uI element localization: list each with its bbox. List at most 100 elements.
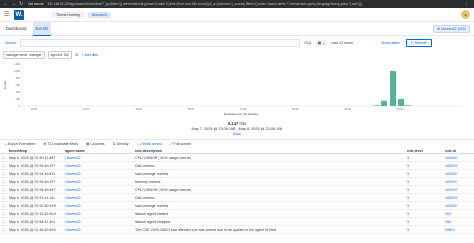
tab-dashboard[interactable]: Dashboard — [3, 22, 30, 36]
cell-rule-description: load average metrics — [135, 171, 169, 176]
search-toggle-button[interactable]: Search — [5, 41, 16, 45]
expand-row-icon[interactable]: ⤢ — [0, 228, 7, 232]
cell-agent-name[interactable]: Ubuntu22 — [65, 220, 135, 224]
expand-row-icon[interactable]: ⤢ — [0, 164, 7, 168]
reload-icon[interactable]: ↻ — [19, 0, 23, 8]
cell-rule-description: Memory metrics — [135, 179, 161, 184]
add-filter-button[interactable]: + Add filter — [81, 53, 98, 57]
wazuh-logo[interactable]: W. — [14, 9, 24, 20]
breadcrumb-agent[interactable]: Ubuntu22 — [87, 11, 112, 18]
filter-bar: manager.name: manager agent.id: 002 ⊜ + … — [0, 49, 474, 60]
cell-rule-description: Wazuh agent started. — [135, 211, 170, 216]
breadcrumb-threat-hunting[interactable]: Threat Hunting — [52, 11, 84, 18]
sort-fields-button[interactable]: ↕ 1 fields sorted — [137, 142, 162, 146]
table-row[interactable]: ⤢ May 8, 2025 @ 22:30:41.887 Ubuntu22 CPU |… — [0, 154, 474, 162]
address-bar[interactable]: 192.168.50.220/app/wazuh#/overview/?_g=(… — [48, 2, 388, 6]
cell-agent-name[interactable]: Ubuntu22 — [65, 204, 135, 208]
column-header-rule-id[interactable]: rule.id — [445, 149, 470, 153]
cell-rule-id[interactable]: 100004 — [445, 156, 470, 160]
cell-agent-name[interactable]: Ubuntu22 — [65, 188, 135, 192]
x-tick-label: 00:00 — [292, 107, 299, 111]
cell-rule-id[interactable]: 100001 — [445, 180, 470, 184]
cell-agent-name[interactable]: Ubuntu22 — [65, 164, 135, 168]
export-formatted-button[interactable]: ⤓ Export Formatted — [5, 142, 35, 146]
cell-rule-level: 3 — [407, 211, 409, 216]
events-table: timestamp agent.name rule.description ru… — [0, 148, 474, 234]
cell-timestamp: May 8, 2025 @ 22:24:40.8X1 — [9, 171, 56, 176]
cell-agent-name[interactable]: Ubuntu22 — [65, 228, 135, 232]
columns-button[interactable]: ▤ Columns — [86, 142, 105, 146]
column-header-rule-description[interactable]: rule.description — [135, 149, 407, 153]
interval-auto[interactable]: Auto — [233, 132, 241, 136]
expand-row-icon[interactable]: ⤢ — [0, 196, 7, 200]
cell-rule-level: 3 — [407, 171, 409, 176]
cell-rule-level: 3 — [407, 163, 409, 168]
cell-rule-description: CPU | MINOR | 50% usage metrics — [135, 155, 191, 160]
expand-row-icon[interactable]: ⤢ — [0, 156, 7, 160]
refresh-button[interactable]: ↻ Refresh — [405, 38, 433, 47]
hits-number: 5,147 — [227, 121, 239, 126]
search-input[interactable] — [20, 38, 301, 47]
browser-menu-icon[interactable]: ⋮ — [464, 1, 471, 7]
filter-pill-manager[interactable]: manager.name: manager — [3, 50, 45, 59]
table-row[interactable]: ⤢ May 8, 2025 @ 21:46:40.8X0 Ubuntu22 The C… — [0, 226, 474, 234]
density-button[interactable]: ⇅ Density — [113, 142, 129, 146]
y-tick-label: 600 — [16, 83, 21, 87]
expand-row-icon[interactable]: ⤢ — [0, 220, 7, 224]
expand-row-icon[interactable]: ⤢ — [0, 172, 7, 176]
x-tick-label: 12:00 — [83, 107, 90, 111]
cell-rule-level: 3 — [407, 227, 409, 232]
table-row[interactable]: ⤢ May 8, 2025 @ 21:58:42.401 Ubuntu22 Wazuh… — [0, 218, 474, 226]
cell-rule-id[interactable]: 100003 — [445, 164, 470, 168]
menu-icon[interactable]: ☰ — [4, 11, 12, 18]
x-tick-label: 09:00 — [31, 107, 38, 111]
forward-icon[interactable]: → — [11, 0, 16, 8]
table-row[interactable]: ⤢ May 8, 2025 @ 22:22:40.9X9 Ubuntu22 load … — [0, 202, 474, 210]
app-header: ☰ W. Threat Hunting Ubuntu22 a — [0, 8, 474, 22]
table-row[interactable]: ⤢ May 8, 2025 @ 22:26:40.8X7 Ubuntu22 CPU |… — [0, 186, 474, 194]
cell-timestamp: May 8, 2025 @ 22:23:41.111 — [9, 195, 55, 200]
cell-agent-name[interactable]: Ubuntu22 — [65, 156, 135, 160]
table-row[interactable]: ⤢ May 8, 2025 @ 22:25:40.927 Ubuntu22 Disk … — [0, 162, 474, 170]
table-row[interactable]: ⤢ May 8, 2025 @ 22:23:41.111 Ubuntu22 Disk … — [0, 194, 474, 202]
table-row[interactable]: ⤢ May 8, 2025 @ 22:12:40.9X4 Ubuntu22 Wazuh… — [0, 210, 474, 218]
expand-row-icon[interactable]: ⤢ — [0, 188, 7, 192]
cell-rule-id[interactable]: 506 — [445, 220, 470, 224]
cell-agent-name[interactable]: Ubuntu22 — [65, 172, 135, 176]
dql-language-button[interactable]: DQL — [304, 41, 311, 45]
cell-timestamp: May 8, 2025 @ 21:46:40.8X0 — [9, 227, 56, 232]
tab-events[interactable]: Events — [32, 21, 52, 36]
back-icon[interactable]: ← — [3, 0, 8, 8]
cell-rule-id[interactable]: 100004 — [445, 188, 470, 192]
cell-rule-id[interactable]: 23502 — [445, 228, 470, 232]
cell-timestamp: May 8, 2025 @ 22:26:40.8X7 — [9, 187, 56, 192]
table-row[interactable]: ⤢ May 8, 2025 @ 22:24:40.8X1 Ubuntu22 load … — [0, 170, 474, 178]
table-row[interactable]: ⤢ May 8, 2025 @ 22:25:40.927 Ubuntu22 Memor… — [0, 178, 474, 186]
cell-rule-id[interactable]: 100002 — [445, 204, 470, 208]
cell-agent-name[interactable]: Ubuntu22 — [65, 180, 135, 184]
cell-agent-name[interactable]: Ubuntu22 — [65, 196, 135, 200]
filter-options-icon[interactable]: ⊜ — [75, 52, 78, 57]
cell-rule-id[interactable]: 503 — [445, 212, 470, 216]
cell-rule-id[interactable]: 100003 — [445, 196, 470, 200]
y-tick-label: 200 — [16, 97, 21, 101]
column-header-agent-name[interactable]: agent.name — [65, 149, 135, 153]
expand-row-icon[interactable]: ⤢ — [0, 204, 7, 208]
cell-rule-description: Disk metrics — [135, 195, 155, 200]
cell-rule-id[interactable]: 100002 — [445, 172, 470, 176]
filter-pill-agent[interactable]: agent.id: 002 — [47, 50, 73, 59]
not-secure-label[interactable]: Not secure — [28, 2, 43, 6]
full-screen-button[interactable]: ⤢ Full screen — [170, 142, 191, 146]
date-range-label[interactable]: Last 24 hours — [331, 41, 353, 45]
calendar-icon[interactable]: ▦ ⌄ — [315, 39, 328, 46]
expand-row-icon[interactable]: ⤢ — [0, 180, 7, 184]
agent-selector-button[interactable]: ⊞ Ubuntu22 (002) — [433, 24, 470, 33]
cell-rule-description: Wazuh agent stopped. — [135, 219, 171, 224]
show-dates-button[interactable]: Show dates — [381, 41, 400, 45]
avatar[interactable]: a — [461, 10, 470, 19]
column-header-timestamp[interactable]: timestamp — [7, 149, 65, 153]
expand-row-icon[interactable]: ⤢ — [0, 212, 7, 216]
available-fields-button[interactable]: ⊕ 731 available fields — [43, 142, 78, 146]
cell-agent-name[interactable]: Ubuntu22 — [65, 212, 135, 216]
column-header-rule-level[interactable]: rule.level — [407, 149, 445, 153]
